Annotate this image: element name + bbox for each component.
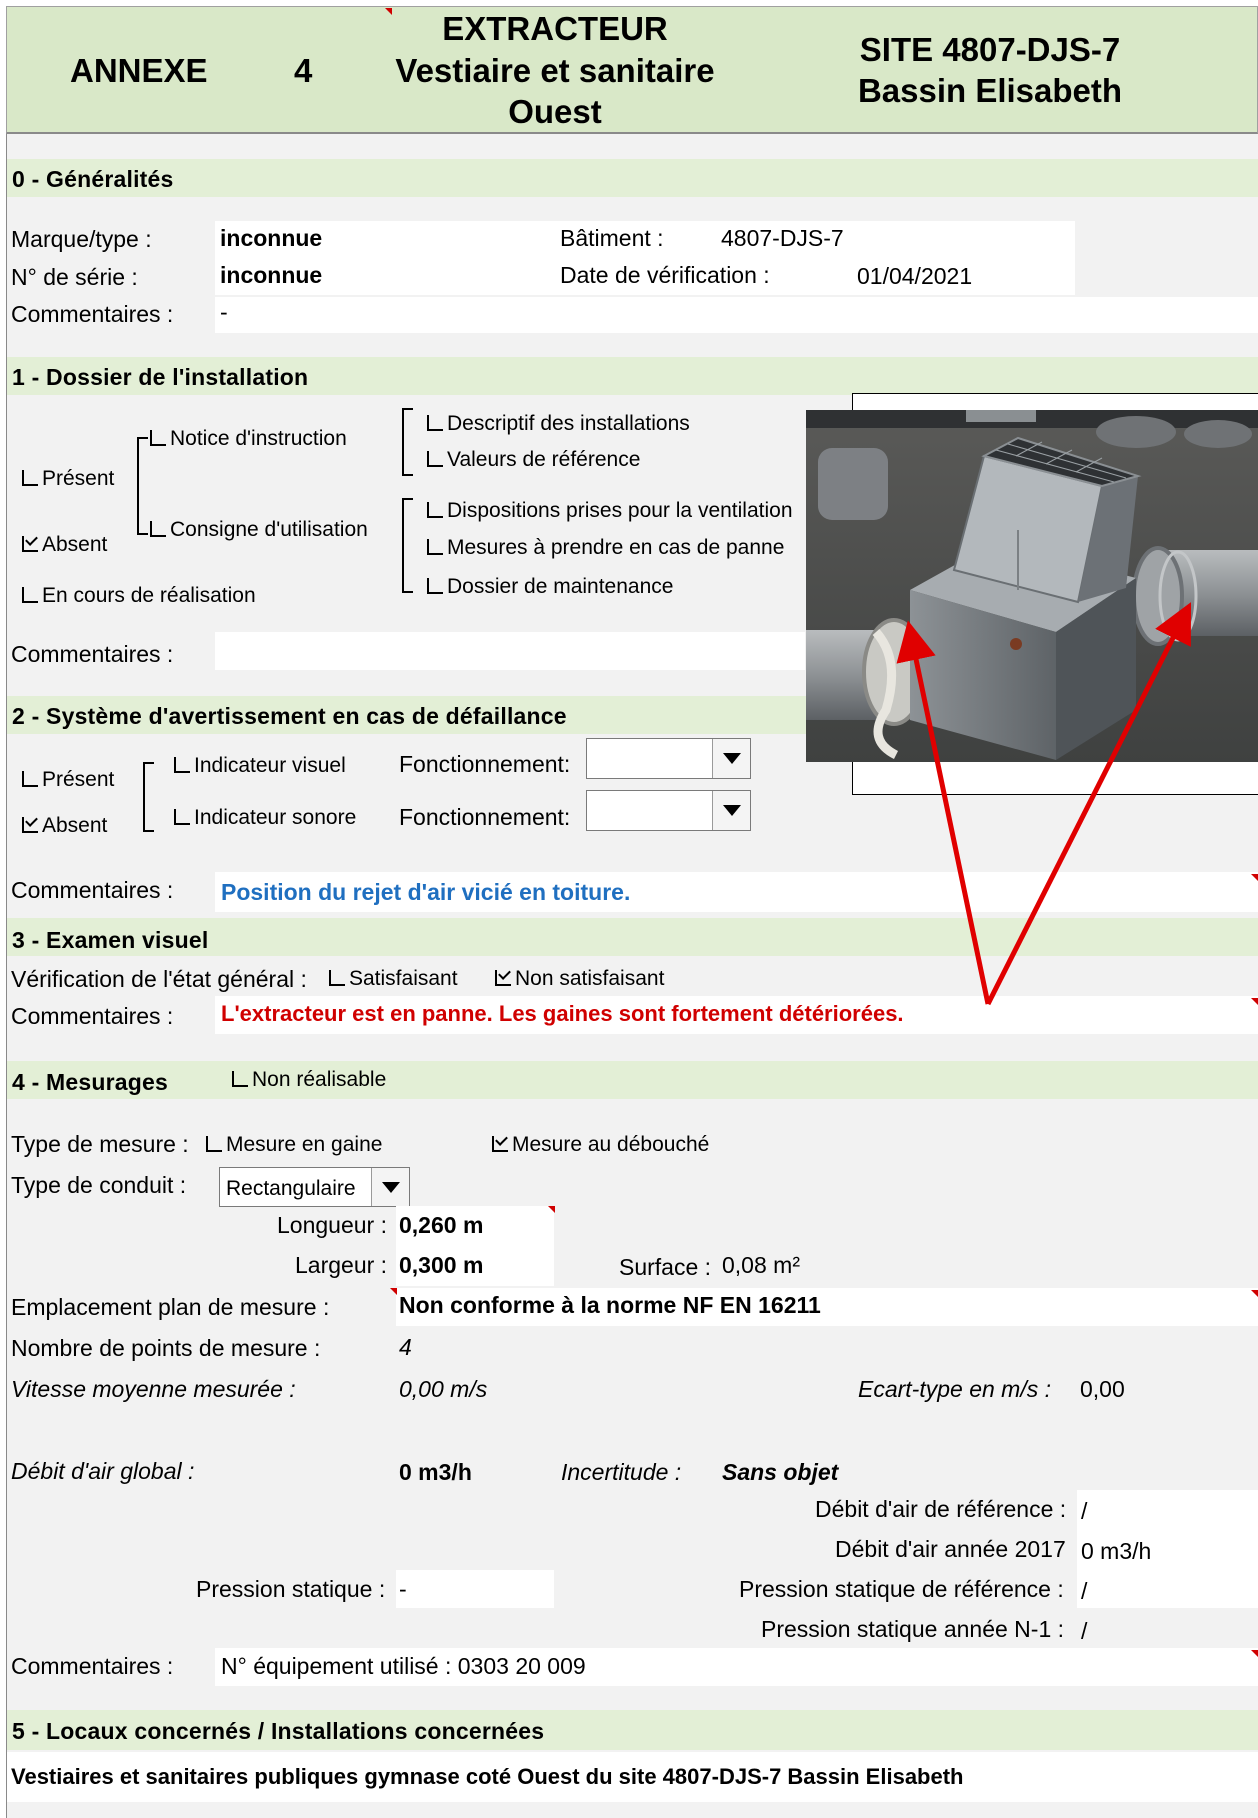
arrow-to-right-joint <box>985 602 1192 1006</box>
annotation-arrows <box>896 602 1192 1006</box>
inspection-sheet: ANNEXE 4 EXTRACTEUR Vestiaire et sanitai… <box>0 0 1258 1818</box>
arrow-to-left-joint <box>896 620 991 1005</box>
